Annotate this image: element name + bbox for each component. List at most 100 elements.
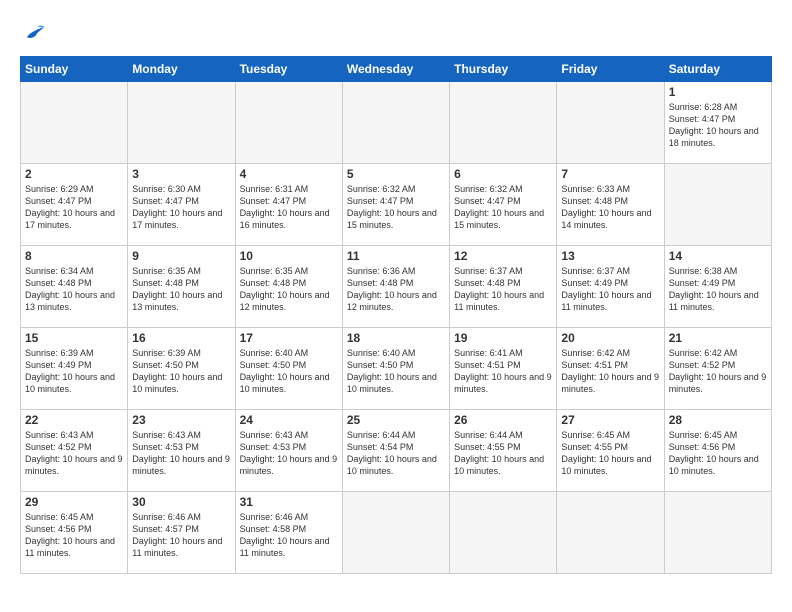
day-info: Sunrise: 6:35 AM Sunset: 4:48 PM Dayligh… bbox=[132, 265, 230, 314]
col-header-friday: Friday bbox=[557, 57, 664, 82]
day-cell-23: 23 Sunrise: 6:43 AM Sunset: 4:53 PM Dayl… bbox=[128, 410, 235, 492]
day-cell-21: 21 Sunrise: 6:42 AM Sunset: 4:52 PM Dayl… bbox=[664, 328, 771, 410]
day-info: Sunrise: 6:43 AM Sunset: 4:52 PM Dayligh… bbox=[25, 429, 123, 478]
day-cell-30: 30 Sunrise: 6:46 AM Sunset: 4:57 PM Dayl… bbox=[128, 492, 235, 574]
day-cell-31: 31 Sunrise: 6:46 AM Sunset: 4:58 PM Dayl… bbox=[235, 492, 342, 574]
day-number: 27 bbox=[561, 413, 659, 427]
empty-cell bbox=[450, 82, 557, 164]
day-cell-22: 22 Sunrise: 6:43 AM Sunset: 4:52 PM Dayl… bbox=[21, 410, 128, 492]
day-number: 8 bbox=[25, 249, 123, 263]
day-number: 22 bbox=[25, 413, 123, 427]
week-row-2: 2 Sunrise: 6:29 AM Sunset: 4:47 PM Dayli… bbox=[21, 164, 772, 246]
day-info: Sunrise: 6:30 AM Sunset: 4:47 PM Dayligh… bbox=[132, 183, 230, 232]
day-cell-17: 17 Sunrise: 6:40 AM Sunset: 4:50 PM Dayl… bbox=[235, 328, 342, 410]
day-cell-2: 2 Sunrise: 6:29 AM Sunset: 4:47 PM Dayli… bbox=[21, 164, 128, 246]
logo bbox=[20, 18, 52, 46]
day-info: Sunrise: 6:42 AM Sunset: 4:51 PM Dayligh… bbox=[561, 347, 659, 396]
day-number: 17 bbox=[240, 331, 338, 345]
day-cell-20: 20 Sunrise: 6:42 AM Sunset: 4:51 PM Dayl… bbox=[557, 328, 664, 410]
day-number: 11 bbox=[347, 249, 445, 263]
day-cell-3: 3 Sunrise: 6:30 AM Sunset: 4:47 PM Dayli… bbox=[128, 164, 235, 246]
day-cell-25: 25 Sunrise: 6:44 AM Sunset: 4:54 PM Dayl… bbox=[342, 410, 449, 492]
day-info: Sunrise: 6:41 AM Sunset: 4:51 PM Dayligh… bbox=[454, 347, 552, 396]
day-cell-19: 19 Sunrise: 6:41 AM Sunset: 4:51 PM Dayl… bbox=[450, 328, 557, 410]
day-info: Sunrise: 6:42 AM Sunset: 4:52 PM Dayligh… bbox=[669, 347, 767, 396]
day-number: 19 bbox=[454, 331, 552, 345]
day-cell-29: 29 Sunrise: 6:45 AM Sunset: 4:56 PM Dayl… bbox=[21, 492, 128, 574]
col-header-tuesday: Tuesday bbox=[235, 57, 342, 82]
day-number: 24 bbox=[240, 413, 338, 427]
day-info: Sunrise: 6:40 AM Sunset: 4:50 PM Dayligh… bbox=[347, 347, 445, 396]
day-number: 4 bbox=[240, 167, 338, 181]
day-number: 18 bbox=[347, 331, 445, 345]
day-number: 30 bbox=[132, 495, 230, 509]
day-cell-6: 6 Sunrise: 6:32 AM Sunset: 4:47 PM Dayli… bbox=[450, 164, 557, 246]
day-cell-24: 24 Sunrise: 6:43 AM Sunset: 4:53 PM Dayl… bbox=[235, 410, 342, 492]
day-cell-18: 18 Sunrise: 6:40 AM Sunset: 4:50 PM Dayl… bbox=[342, 328, 449, 410]
day-info: Sunrise: 6:39 AM Sunset: 4:50 PM Dayligh… bbox=[132, 347, 230, 396]
day-cell-4: 4 Sunrise: 6:31 AM Sunset: 4:47 PM Dayli… bbox=[235, 164, 342, 246]
day-number: 23 bbox=[132, 413, 230, 427]
week-row-3: 8 Sunrise: 6:34 AM Sunset: 4:48 PM Dayli… bbox=[21, 246, 772, 328]
day-number: 16 bbox=[132, 331, 230, 345]
week-row-5: 22 Sunrise: 6:43 AM Sunset: 4:52 PM Dayl… bbox=[21, 410, 772, 492]
day-number: 29 bbox=[25, 495, 123, 509]
day-number: 2 bbox=[25, 167, 123, 181]
day-cell-9: 9 Sunrise: 6:35 AM Sunset: 4:48 PM Dayli… bbox=[128, 246, 235, 328]
day-info: Sunrise: 6:34 AM Sunset: 4:48 PM Dayligh… bbox=[25, 265, 123, 314]
empty-cell bbox=[557, 492, 664, 574]
col-header-wednesday: Wednesday bbox=[342, 57, 449, 82]
logo-icon bbox=[20, 18, 48, 46]
day-number: 7 bbox=[561, 167, 659, 181]
day-number: 15 bbox=[25, 331, 123, 345]
day-cell-10: 10 Sunrise: 6:35 AM Sunset: 4:48 PM Dayl… bbox=[235, 246, 342, 328]
day-cell-13: 13 Sunrise: 6:37 AM Sunset: 4:49 PM Dayl… bbox=[557, 246, 664, 328]
day-info: Sunrise: 6:45 AM Sunset: 4:55 PM Dayligh… bbox=[561, 429, 659, 478]
col-header-thursday: Thursday bbox=[450, 57, 557, 82]
empty-cell bbox=[21, 82, 128, 164]
day-info: Sunrise: 6:37 AM Sunset: 4:49 PM Dayligh… bbox=[561, 265, 659, 314]
day-cell-27: 27 Sunrise: 6:45 AM Sunset: 4:55 PM Dayl… bbox=[557, 410, 664, 492]
day-info: Sunrise: 6:46 AM Sunset: 4:58 PM Dayligh… bbox=[240, 511, 338, 560]
day-info: Sunrise: 6:37 AM Sunset: 4:48 PM Dayligh… bbox=[454, 265, 552, 314]
col-header-saturday: Saturday bbox=[664, 57, 771, 82]
day-info: Sunrise: 6:31 AM Sunset: 4:47 PM Dayligh… bbox=[240, 183, 338, 232]
day-number: 3 bbox=[132, 167, 230, 181]
day-number: 9 bbox=[132, 249, 230, 263]
day-info: Sunrise: 6:28 AM Sunset: 4:47 PM Dayligh… bbox=[669, 101, 767, 150]
day-info: Sunrise: 6:29 AM Sunset: 4:47 PM Dayligh… bbox=[25, 183, 123, 232]
day-info: Sunrise: 6:32 AM Sunset: 4:47 PM Dayligh… bbox=[454, 183, 552, 232]
day-number: 31 bbox=[240, 495, 338, 509]
calendar-container: SundayMondayTuesdayWednesdayThursdayFrid… bbox=[0, 0, 792, 586]
day-info: Sunrise: 6:36 AM Sunset: 4:48 PM Dayligh… bbox=[347, 265, 445, 314]
day-info: Sunrise: 6:35 AM Sunset: 4:48 PM Dayligh… bbox=[240, 265, 338, 314]
day-number: 1 bbox=[669, 85, 767, 99]
day-cell-26: 26 Sunrise: 6:44 AM Sunset: 4:55 PM Dayl… bbox=[450, 410, 557, 492]
day-cell-7: 7 Sunrise: 6:33 AM Sunset: 4:48 PM Dayli… bbox=[557, 164, 664, 246]
day-number: 26 bbox=[454, 413, 552, 427]
day-info: Sunrise: 6:43 AM Sunset: 4:53 PM Dayligh… bbox=[240, 429, 338, 478]
day-info: Sunrise: 6:44 AM Sunset: 4:54 PM Dayligh… bbox=[347, 429, 445, 478]
day-info: Sunrise: 6:46 AM Sunset: 4:57 PM Dayligh… bbox=[132, 511, 230, 560]
day-cell-14: 14 Sunrise: 6:38 AM Sunset: 4:49 PM Dayl… bbox=[664, 246, 771, 328]
day-info: Sunrise: 6:45 AM Sunset: 4:56 PM Dayligh… bbox=[25, 511, 123, 560]
day-number: 20 bbox=[561, 331, 659, 345]
week-row-4: 15 Sunrise: 6:39 AM Sunset: 4:49 PM Dayl… bbox=[21, 328, 772, 410]
empty-cell bbox=[450, 492, 557, 574]
day-number: 25 bbox=[347, 413, 445, 427]
calendar-table: SundayMondayTuesdayWednesdayThursdayFrid… bbox=[20, 56, 772, 574]
day-number: 14 bbox=[669, 249, 767, 263]
empty-cell bbox=[664, 492, 771, 574]
col-header-sunday: Sunday bbox=[21, 57, 128, 82]
header bbox=[20, 18, 772, 46]
day-cell-15: 15 Sunrise: 6:39 AM Sunset: 4:49 PM Dayl… bbox=[21, 328, 128, 410]
empty-cell bbox=[342, 492, 449, 574]
day-number: 21 bbox=[669, 331, 767, 345]
day-number: 5 bbox=[347, 167, 445, 181]
day-info: Sunrise: 6:45 AM Sunset: 4:56 PM Dayligh… bbox=[669, 429, 767, 478]
empty-cell bbox=[557, 82, 664, 164]
day-number: 13 bbox=[561, 249, 659, 263]
day-info: Sunrise: 6:39 AM Sunset: 4:49 PM Dayligh… bbox=[25, 347, 123, 396]
day-cell-5: 5 Sunrise: 6:32 AM Sunset: 4:47 PM Dayli… bbox=[342, 164, 449, 246]
day-info: Sunrise: 6:40 AM Sunset: 4:50 PM Dayligh… bbox=[240, 347, 338, 396]
